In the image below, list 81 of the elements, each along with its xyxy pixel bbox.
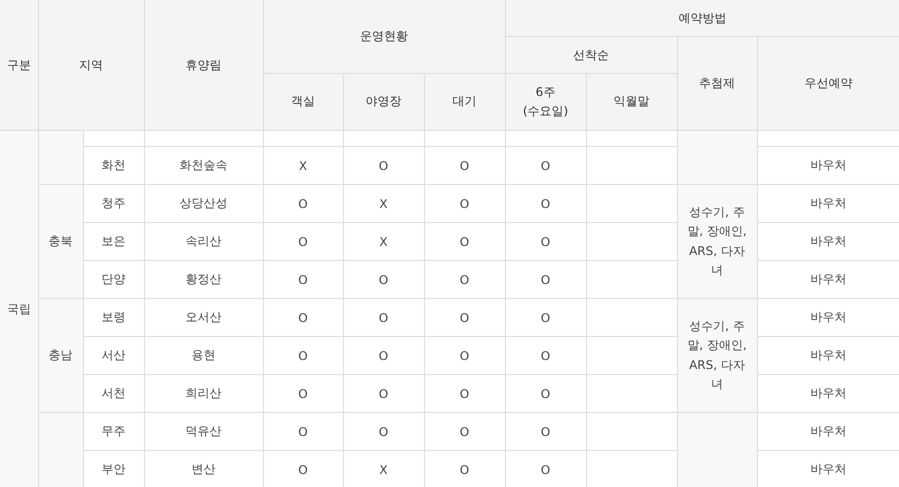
province-cell: 충남 [38,298,83,412]
forest-cell: 상당산성 [144,184,263,222]
city-cell: 화천 [83,146,144,184]
room-cell: O [263,412,343,450]
priority-cell: 바우처 [757,184,899,222]
waiting-cell: O [424,222,505,260]
priority-cell: 바우처 [757,298,899,336]
waiting-cell: O [424,146,505,184]
room-cell: O [263,450,343,487]
six-week-cell: O [505,260,586,298]
city-cell: 무주 [83,412,144,450]
waiting-cell: O [424,184,505,222]
forest-cell: 화천숲속 [144,146,263,184]
priority-cell: 바우처 [757,222,899,260]
forest-cell: 희리산 [144,374,263,412]
room-cell: X [263,146,343,184]
six-week-cell: O [505,222,586,260]
campsite-cell: X [343,222,424,260]
city-cell: 보령 [83,298,144,336]
six-week-cell: O [505,412,586,450]
priority-cell: 바우처 [757,260,899,298]
header-cell: 객실 [263,74,343,130]
header-cell: 야영장 [343,74,424,130]
room-cell: O [263,336,343,374]
city-cell: 보은 [83,222,144,260]
header-cell: 우선예약 [757,36,899,130]
campsite-cell: X [343,184,424,222]
header-cell: 구분 [0,0,38,130]
room-cell: O [263,260,343,298]
priority-cell: 바우처 [757,336,899,374]
city-cell: 부안 [83,450,144,487]
header-cell: 운영현황 [263,0,505,74]
room-cell: O [263,374,343,412]
forest-cell: 황정산 [144,260,263,298]
header-cell: 예약방법 [505,0,899,36]
city-cell: 서산 [83,336,144,374]
waiting-cell: O [424,450,505,487]
six-week-cell: O [505,374,586,412]
campsite-cell: O [343,374,424,412]
header-cell: 추첨제 [677,36,757,130]
city-cell: 단양 [83,260,144,298]
header-cell: 휴양림 [144,0,263,130]
forest-cell: 덕유산 [144,412,263,450]
waiting-cell: O [424,260,505,298]
campsite-cell: O [343,412,424,450]
six-week-cell: O [505,298,586,336]
province-cell: 충북 [38,184,83,298]
priority-cell: 바우처 [757,374,899,412]
lottery-cell: 성수기, 주말, 장애인, ARS, 다자녀 [677,298,757,412]
category-cell: 국립 [0,130,38,487]
header-cell: 선착순 [505,36,677,74]
waiting-cell: O [424,336,505,374]
waiting-cell: O [424,298,505,336]
waiting-cell: O [424,412,505,450]
forest-cell: 용현 [144,336,263,374]
campsite-cell: O [343,336,424,374]
campsite-cell: O [343,298,424,336]
header-cell: 익월말 [586,74,677,130]
room-cell: O [263,184,343,222]
room-cell: O [263,298,343,336]
priority-cell: 바우처 [757,146,899,184]
header-cell: 6주 (수요일) [505,74,586,130]
lottery-cell: 성수기, 주말, 장애인, ARS, 다자녀 [677,184,757,298]
header-cell: 대기 [424,74,505,130]
six-week-cell: O [505,146,586,184]
campsite-cell: O [343,146,424,184]
header-cell: 지역 [38,0,144,130]
room-cell: O [263,222,343,260]
waiting-cell: O [424,374,505,412]
forest-cell: 변산 [144,450,263,487]
six-week-cell: O [505,184,586,222]
six-week-cell: O [505,450,586,487]
forest-cell: 속리산 [144,222,263,260]
campsite-cell: X [343,450,424,487]
forest-cell: 오서산 [144,298,263,336]
priority-cell: 바우처 [757,450,899,487]
six-week-cell: O [505,336,586,374]
city-cell: 서천 [83,374,144,412]
city-cell: 청주 [83,184,144,222]
campsite-cell: O [343,260,424,298]
priority-cell: 바우처 [757,412,899,450]
